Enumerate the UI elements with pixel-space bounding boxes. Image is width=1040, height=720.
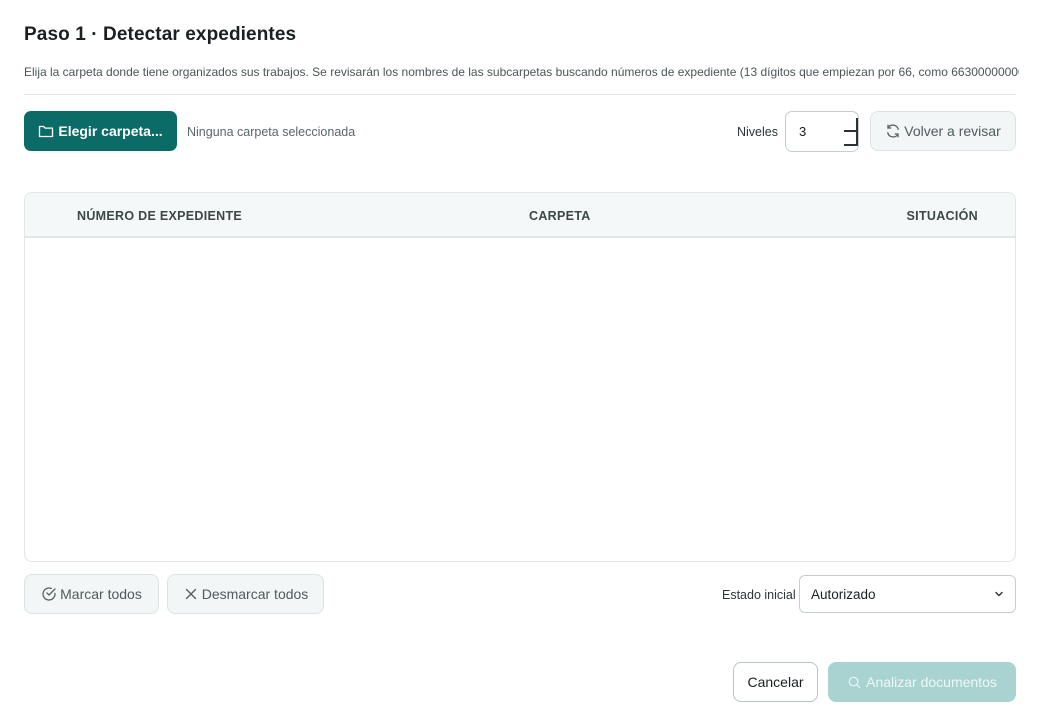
folder-status: Ninguna carpeta seleccionada — [187, 125, 356, 139]
unmark-all-label: Desmarcar todos — [201, 586, 309, 602]
check-circle-icon — [42, 587, 56, 601]
initial-state-label: Estado inicial — [722, 588, 796, 602]
column-header-status[interactable]: SITUACIÓN — [907, 209, 978, 223]
page-title: Paso 1 · Detectar expedientes — [24, 24, 297, 45]
chevron-down-icon — [995, 591, 1003, 597]
folder-icon — [39, 125, 54, 138]
mark-all-button[interactable]: Marcar todos — [24, 574, 159, 614]
files-table: NÚMERO DE EXPEDIENTE CARPETA SITUACIÓN — [24, 192, 1016, 562]
choose-folder-button[interactable]: Elegir carpeta... — [24, 111, 177, 151]
page-description: Elija la carpeta donde tiene organizados… — [24, 65, 1019, 79]
initial-state-value: Autorizado — [811, 586, 876, 602]
detect-files-step: Paso 1 · Detectar expedientes Elija la c… — [0, 0, 1040, 720]
levels-stepper[interactable]: 3 — [785, 111, 859, 152]
mark-all-label: Marcar todos — [60, 586, 142, 602]
column-header-file-number[interactable]: NÚMERO DE EXPEDIENTE — [77, 209, 242, 223]
initial-state-select[interactable]: Autorizado — [799, 575, 1016, 613]
rescan-button[interactable]: Volver a revisar — [870, 111, 1016, 151]
refresh-icon — [887, 124, 900, 138]
column-header-folder[interactable]: CARPETA — [529, 209, 591, 223]
levels-label: Niveles — [737, 125, 778, 139]
table-header: NÚMERO DE EXPEDIENTE CARPETA SITUACIÓN — [25, 193, 1015, 238]
levels-value: 3 — [799, 124, 807, 139]
search-icon — [848, 676, 861, 688]
stepper-arrows[interactable] — [844, 118, 858, 146]
analyze-documents-label: Analizar documentos — [866, 674, 997, 690]
cancel-button[interactable]: Cancelar — [733, 662, 818, 702]
unmark-all-button[interactable]: Desmarcar todos — [167, 574, 324, 614]
divider — [24, 94, 1016, 95]
close-icon — [185, 588, 196, 600]
choose-folder-label: Elegir carpeta... — [58, 123, 163, 139]
analyze-documents-button[interactable]: Analizar documentos — [828, 662, 1016, 702]
rescan-label: Volver a revisar — [904, 123, 1001, 139]
